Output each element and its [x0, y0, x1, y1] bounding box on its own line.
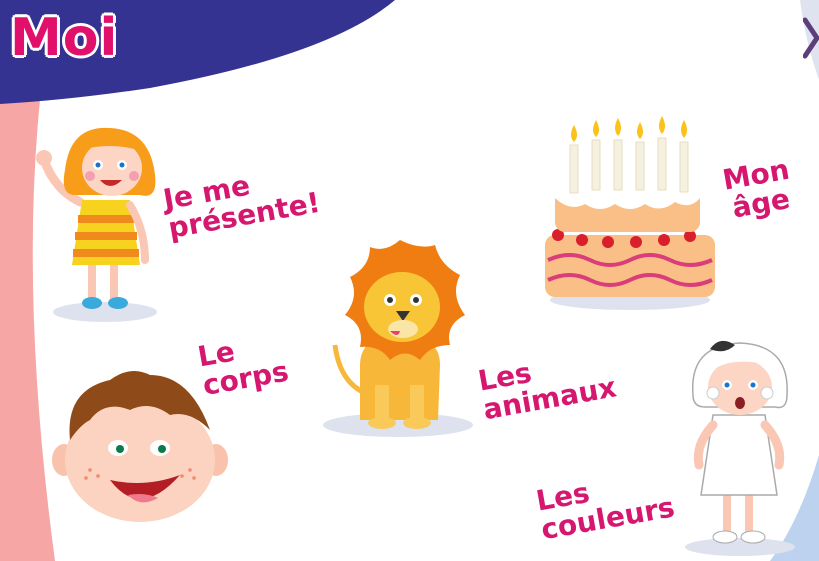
menu-item-couleurs[interactable]: Les couleurs: [530, 335, 819, 561]
girl-white-dress-icon: [685, 340, 795, 556]
menu-label-couleurs[interactable]: Les couleurs: [534, 464, 678, 547]
page-title: Moi: [10, 8, 119, 68]
lion-icon: [323, 240, 473, 437]
next-arrow-icon[interactable]: [803, 8, 819, 68]
menu-item-corps[interactable]: Le corps: [50, 335, 320, 525]
activity-screen: Moi Je me présente! Mon âge Le corps Les…: [0, 0, 819, 561]
menu-label-presente[interactable]: Je me présente!: [161, 159, 323, 246]
girl-waving-icon: [36, 127, 157, 322]
menu-label-age[interactable]: Mon âge: [720, 153, 796, 225]
menu-item-presente[interactable]: Je me présente!: [30, 120, 350, 330]
menu-label-corps[interactable]: Le corps: [195, 328, 291, 403]
